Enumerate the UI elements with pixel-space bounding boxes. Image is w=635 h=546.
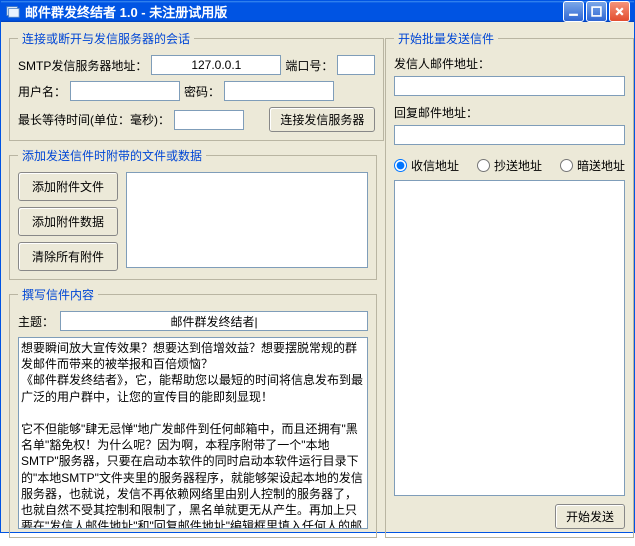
radio-bcc[interactable] bbox=[560, 159, 573, 172]
subject-label: 主题： bbox=[18, 313, 54, 330]
pass-input[interactable] bbox=[224, 81, 334, 101]
add-data-button[interactable]: 添加附件数据 bbox=[18, 207, 118, 236]
app-icon bbox=[5, 4, 21, 20]
body-textarea[interactable]: 想要瞬间放大宣传效果？想要达到倍增效益？想要摆脱常规的群发邮件而带来的被举报和百… bbox=[18, 337, 368, 529]
address-type-radios: 收信地址 抄送地址 暗送地址 bbox=[394, 157, 625, 174]
reply-label: 回复邮件地址： bbox=[394, 104, 625, 121]
send-legend: 开始批量发送信件 bbox=[394, 30, 498, 47]
port-input[interactable] bbox=[337, 55, 375, 75]
user-input[interactable] bbox=[70, 81, 180, 101]
right-column: 开始批量发送信件 发信人邮件地址： 回复邮件地址： 收信地址 抄送地址 暗送地址… bbox=[385, 30, 634, 538]
radio-cc[interactable] bbox=[477, 159, 490, 172]
recipients-textarea[interactable] bbox=[394, 180, 625, 496]
client-area: 连接或断开与发信服务器的会话 SMTP发信服务器地址： 端口号： 用户名： 密码… bbox=[1, 22, 634, 546]
connection-group: 连接或断开与发信服务器的会话 SMTP发信服务器地址： 端口号： 用户名： 密码… bbox=[9, 30, 384, 141]
close-button[interactable] bbox=[609, 1, 630, 22]
window-buttons bbox=[563, 1, 630, 22]
connection-legend: 连接或断开与发信服务器的会话 bbox=[18, 30, 194, 47]
compose-group: 撰写信件内容 主题： 想要瞬间放大宣传效果？想要达到倍增效益？想要摆脱常规的群发… bbox=[9, 286, 377, 538]
radio-cc-label[interactable]: 抄送地址 bbox=[477, 157, 542, 174]
clear-attach-button[interactable]: 清除所有附件 bbox=[18, 242, 118, 271]
attachment-legend: 添加发送信件时附带的文件或数据 bbox=[18, 147, 206, 164]
maximize-button[interactable] bbox=[586, 1, 607, 22]
add-file-button[interactable]: 添加附件文件 bbox=[18, 172, 118, 201]
app-window: 邮件群发终结者 1.0 - 未注册试用版 连接或断开与发信服务器的会话 SMTP… bbox=[0, 0, 635, 533]
radio-to[interactable] bbox=[394, 159, 407, 172]
reply-input[interactable] bbox=[394, 125, 625, 145]
user-label: 用户名： bbox=[18, 83, 66, 100]
from-input[interactable] bbox=[394, 76, 625, 96]
left-column: 连接或断开与发信服务器的会话 SMTP发信服务器地址： 端口号： 用户名： 密码… bbox=[9, 30, 377, 538]
connect-button[interactable]: 连接发信服务器 bbox=[269, 107, 375, 132]
window-title: 邮件群发终结者 1.0 - 未注册试用版 bbox=[25, 2, 563, 21]
minimize-button[interactable] bbox=[563, 1, 584, 22]
port-label: 端口号： bbox=[285, 57, 333, 74]
radio-to-label[interactable]: 收信地址 bbox=[394, 157, 459, 174]
compose-legend: 撰写信件内容 bbox=[18, 286, 98, 303]
smtp-label: SMTP发信服务器地址： bbox=[18, 57, 147, 74]
radio-bcc-label[interactable]: 暗送地址 bbox=[560, 157, 625, 174]
attachment-list[interactable] bbox=[126, 172, 368, 268]
smtp-input[interactable] bbox=[151, 55, 281, 75]
send-button[interactable]: 开始发送 bbox=[555, 504, 625, 529]
from-label: 发信人邮件地址： bbox=[394, 55, 625, 72]
pass-label: 密码： bbox=[184, 83, 220, 100]
timeout-label: 最长等待时间(单位：毫秒)： bbox=[18, 111, 170, 128]
timeout-input[interactable] bbox=[174, 110, 244, 130]
titlebar[interactable]: 邮件群发终结者 1.0 - 未注册试用版 bbox=[1, 1, 634, 22]
attachment-group: 添加发送信件时附带的文件或数据 添加附件文件 添加附件数据 清除所有附件 bbox=[9, 147, 377, 280]
send-group: 开始批量发送信件 发信人邮件地址： 回复邮件地址： 收信地址 抄送地址 暗送地址… bbox=[385, 30, 634, 538]
subject-input[interactable] bbox=[60, 311, 368, 331]
